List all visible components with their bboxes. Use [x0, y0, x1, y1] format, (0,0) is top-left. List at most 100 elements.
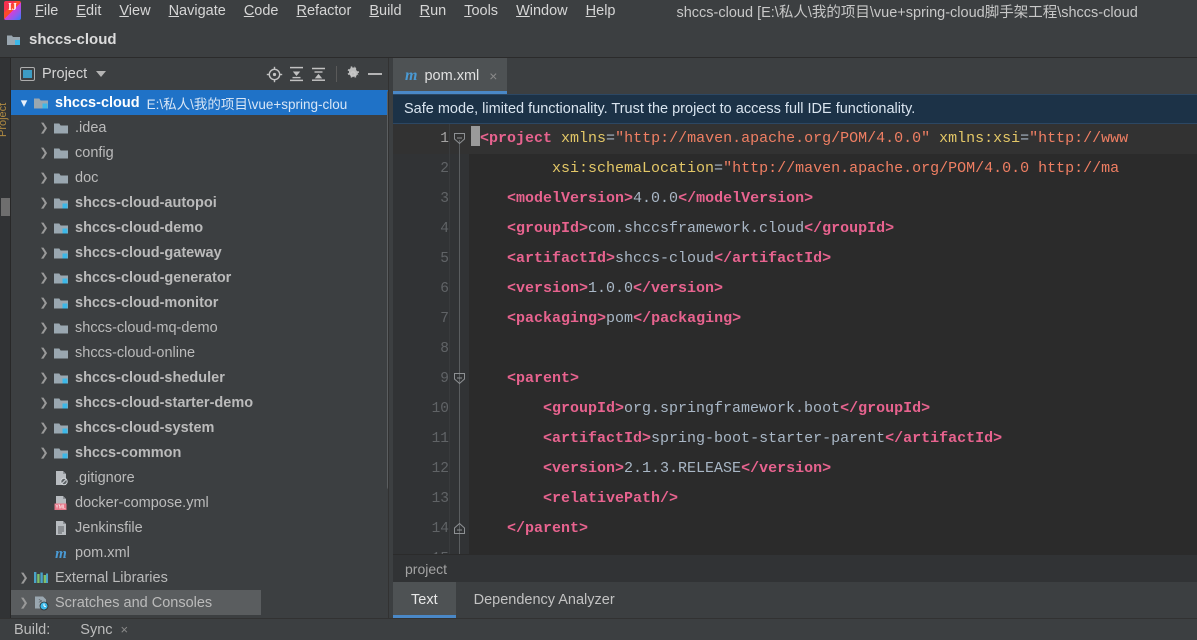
project-view-dropdown-button[interactable] — [91, 64, 111, 84]
menu-item-code[interactable]: Code — [235, 0, 288, 22]
chevron-right-icon[interactable]: ❯ — [37, 271, 51, 284]
collapse-all-icon[interactable] — [308, 64, 328, 84]
chevron-right-icon[interactable]: ❯ — [17, 596, 31, 609]
chevron-right-icon[interactable]: ❯ — [37, 246, 51, 259]
code-line[interactable]: <artifactId>spring-boot-starter-parent</… — [469, 424, 1197, 454]
tree-item-docker-compose-yml[interactable]: YML docker-compose.yml — [11, 490, 393, 515]
tree-item-shccs-cloud-online[interactable]: ❯ shccs-cloud-online — [11, 340, 393, 365]
chevron-right-icon[interactable]: ❯ — [17, 571, 31, 584]
tree-item-external-libraries[interactable]: ❯ External Libraries — [11, 565, 393, 590]
code-line[interactable]: <relativePath/> — [469, 484, 1197, 514]
tree-item-shccs-cloud-mq-demo[interactable]: ❯ shccs-cloud-mq-demo — [11, 315, 393, 340]
chevron-right-icon[interactable]: ❯ — [37, 421, 51, 434]
chevron-right-icon[interactable]: ❯ — [37, 171, 51, 184]
code-line[interactable]: <version>1.0.0</version> — [469, 274, 1197, 304]
select-opened-file-icon[interactable] — [264, 64, 284, 84]
code-line[interactable]: <parent> — [469, 364, 1197, 394]
tree-item-shccs-cloud-generator[interactable]: ❯ shccs-cloud-generator — [11, 265, 393, 290]
fold-marker-open-icon[interactable] — [453, 372, 466, 385]
gitignore-file-icon — [51, 470, 71, 486]
tree-item-doc[interactable]: ❯ doc — [11, 165, 393, 190]
folder-icon — [51, 121, 71, 135]
menu-item-window[interactable]: Window — [507, 0, 577, 22]
tree-item-shccs-cloud-gateway[interactable]: ❯ shccs-cloud-gateway — [11, 240, 393, 265]
code-editor[interactable]: 123456789101112131415 — [393, 124, 1197, 554]
code-line[interactable]: <groupId>com.shccsframework.cloud</group… — [469, 214, 1197, 244]
chevron-right-icon[interactable]: ❯ — [37, 396, 51, 409]
editor-gutter[interactable]: 123456789101112131415 — [393, 124, 469, 554]
project-tree[interactable]: ▾ shccs-cloud E:\私人\我的项目\vue+spring-clou ❯.… — [11, 90, 393, 618]
menu-item-file[interactable]: File — [26, 0, 67, 22]
menu-item-navigate[interactable]: Navigate — [160, 0, 235, 22]
tree-item-shccs-cloud-autopoi[interactable]: ❯ shccs-cloud-autopoi — [11, 190, 393, 215]
settings-gear-icon[interactable] — [343, 64, 363, 84]
code-line[interactable]: <packaging>pom</packaging> — [469, 304, 1197, 334]
tree-item-shccs-cloud-system[interactable]: ❯ shccs-cloud-system — [11, 415, 393, 440]
tree-item-shccs-cloud-starter-demo[interactable]: ❯ shccs-cloud-starter-demo — [11, 390, 393, 415]
editor-tab-pom-xml[interactable]: m pom.xml × — [393, 58, 508, 94]
tree-item-jenkinsfile[interactable]: Jenkinsfile — [11, 515, 393, 540]
code-line[interactable]: <artifactId>shccs-cloud</artifactId> — [469, 244, 1197, 274]
hide-panel-icon[interactable] — [365, 64, 385, 84]
tree-item-config[interactable]: ❯ config — [11, 140, 393, 165]
menu-item-view[interactable]: View — [110, 0, 159, 22]
tree-item-shccs-cloud-sheduler[interactable]: ❯ shccs-cloud-sheduler — [11, 365, 393, 390]
tab-dependency-analyzer[interactable]: Dependency Analyzer — [456, 582, 633, 618]
code-line[interactable]: xsi:schemaLocation="http://maven.apache.… — [469, 154, 1197, 184]
code-line[interactable]: <groupId>org.springframework.boot</group… — [469, 394, 1197, 424]
tree-item-shccs-cloud[interactable]: ▾ shccs-cloud E:\私人\我的项目\vue+spring-clou — [11, 90, 393, 115]
close-icon[interactable]: × — [121, 622, 129, 637]
chevron-right-icon[interactable]: ❯ — [37, 371, 51, 384]
breadcrumb[interactable]: project — [393, 554, 1197, 582]
menu-item-edit[interactable]: Edit — [67, 0, 110, 22]
project-panel-title: Project — [42, 66, 88, 82]
module-folder-icon — [51, 196, 71, 210]
code-line[interactable] — [469, 334, 1197, 364]
tree-item-shccs-cloud-monitor[interactable]: ❯ shccs-cloud-monitor — [11, 290, 393, 315]
chevron-down-icon[interactable]: ▾ — [17, 95, 31, 111]
menu-item-run[interactable]: Run — [411, 0, 456, 22]
module-folder-icon — [51, 271, 71, 285]
expand-all-icon[interactable] — [286, 64, 306, 84]
fold-bar[interactable] — [449, 124, 469, 554]
chevron-right-icon[interactable]: ❯ — [37, 296, 51, 309]
chevron-right-icon[interactable]: ❯ — [37, 446, 51, 459]
trust-project-notification-bar[interactable]: Safe mode, limited functionality. Trust … — [393, 94, 1197, 124]
code-token-tag: <groupId> — [507, 220, 589, 237]
tree-item-pom-xml[interactable]: m pom.xml — [11, 540, 393, 565]
chevron-right-icon[interactable]: ❯ — [37, 146, 51, 159]
code-line[interactable]: <version>2.1.3.RELEASE</version> — [469, 454, 1197, 484]
maven-file-icon: m — [51, 545, 71, 561]
menu-item-help[interactable]: Help — [577, 0, 625, 22]
chevron-right-icon[interactable]: ❯ — [37, 321, 51, 334]
code-token-tag: </parent> — [507, 520, 589, 537]
chevron-right-icon[interactable]: ❯ — [37, 346, 51, 359]
code-line[interactable]: <modelVersion>4.0.0</modelVersion> — [469, 184, 1197, 214]
menu-item-tools[interactable]: Tools — [455, 0, 507, 22]
tree-item-gitignore[interactable]: .gitignore — [11, 465, 393, 490]
tab-text[interactable]: Text — [393, 582, 456, 618]
stripe-button[interactable] — [1, 198, 10, 216]
code-line[interactable]: <project xmlns="http://maven.apache.org/… — [469, 124, 1197, 154]
breadcrumb-item-project[interactable]: project — [405, 561, 447, 577]
build-task-label[interactable]: Sync — [80, 622, 112, 638]
tree-item-label: shccs-cloud-gateway — [75, 244, 222, 261]
menu-item-build[interactable]: Build — [360, 0, 410, 22]
chevron-right-icon[interactable]: ❯ — [37, 221, 51, 234]
code-text[interactable]: <project xmlns="http://maven.apache.org/… — [469, 124, 1197, 554]
tree-item-scratches-and-consoles[interactable]: ❯ >_ Scratches and Consoles — [11, 590, 261, 615]
tree-item-shccs-common[interactable]: ❯ shccs-common — [11, 440, 393, 465]
chevron-right-icon[interactable]: ❯ — [37, 121, 51, 134]
code-line[interactable] — [469, 544, 1197, 554]
tree-item-idea[interactable]: ❯ .idea — [11, 115, 393, 140]
fold-marker-end-icon[interactable] — [453, 522, 466, 535]
close-tab-icon[interactable]: × — [489, 69, 497, 83]
left-tool-window-stripe[interactable]: Project — [0, 58, 11, 618]
chevron-right-icon[interactable]: ❯ — [37, 196, 51, 209]
fold-marker-open-icon[interactable] — [453, 132, 466, 145]
menu-item-refactor[interactable]: Refactor — [288, 0, 361, 22]
code-line[interactable]: </parent> — [469, 514, 1197, 544]
tree-item-shccs-cloud-demo[interactable]: ❯ shccs-cloud-demo — [11, 215, 393, 240]
